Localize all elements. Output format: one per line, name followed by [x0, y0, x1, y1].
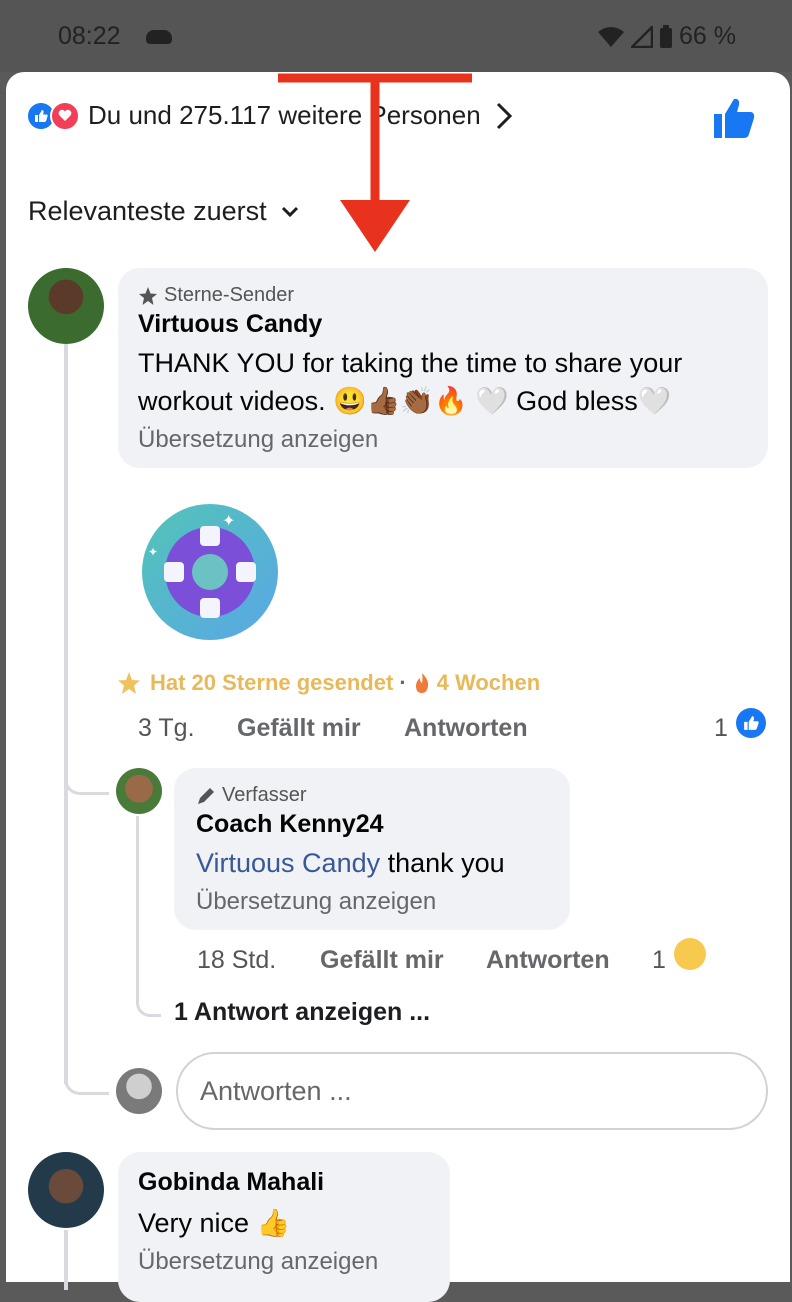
- reply-badge: Verfasser: [196, 784, 306, 807]
- weeks-text: 4 Wochen: [436, 670, 541, 695]
- reply-bubble[interactable]: Verfasser Coach Kenny24 Virtuous Candy t…: [174, 768, 570, 930]
- comment-text: Very nice 👍: [138, 1208, 291, 1238]
- show-replies-link[interactable]: 1 Antwort anzeigen ...: [174, 998, 430, 1027]
- chevron-right-icon: [496, 102, 512, 129]
- thread-line: [64, 344, 68, 1084]
- avatar: [116, 1068, 162, 1114]
- status-time: 08:22: [58, 22, 121, 50]
- battery-percent: 66 %: [679, 22, 736, 50]
- star-icon: [118, 672, 140, 694]
- reply-placeholder: Antworten ...: [200, 1076, 352, 1106]
- avatar[interactable]: [28, 1152, 104, 1228]
- pencil-icon: [198, 787, 214, 804]
- status-bar: 08:22 66 %: [0, 0, 792, 72]
- lifebuoy-sticker-icon: ✦ ✦: [142, 504, 278, 640]
- avatar[interactable]: [116, 768, 162, 814]
- signal-icon: [631, 25, 654, 48]
- annotation-arrow: [278, 73, 472, 252]
- battery-icon: [660, 24, 673, 48]
- like-button[interactable]: Gefällt mir: [320, 946, 444, 975]
- reply-body: thank you: [380, 848, 505, 878]
- cloud-icon: [146, 30, 172, 44]
- comments-sheet: Du und 275.117 weitere Personen Relevant…: [6, 72, 790, 1302]
- comment-bubble[interactable]: Gobinda Mahali Very nice 👍 Übersetzung a…: [118, 1152, 450, 1302]
- thumbs-up-icon[interactable]: [712, 96, 756, 140]
- thread-connector: [64, 1062, 109, 1095]
- reply-author[interactable]: Coach Kenny24: [196, 810, 384, 839]
- care-reaction-icon: [674, 938, 706, 970]
- sort-label: Relevanteste zuerst: [28, 196, 267, 226]
- stars-text: Hat 20 Sterne gesendet: [150, 670, 394, 695]
- reply-button[interactable]: Antworten: [486, 946, 610, 975]
- reply-time: 18 Std.: [197, 946, 277, 974]
- love-icon: [50, 100, 80, 131]
- thread-line: [136, 816, 139, 996]
- avatar[interactable]: [28, 268, 104, 344]
- comment-bubble[interactable]: Sterne-Sender Virtuous Candy THANK YOU f…: [118, 268, 768, 468]
- badge-label: Sterne-Sender: [164, 284, 295, 306]
- reply-input[interactable]: Antworten ...: [176, 1052, 768, 1130]
- thread-line: [64, 1230, 68, 1290]
- comment-author[interactable]: Virtuous Candy: [138, 310, 322, 339]
- reaction-count[interactable]: 1: [714, 714, 728, 743]
- translate-link[interactable]: Übersetzung anzeigen: [196, 888, 436, 916]
- like-button[interactable]: Gefällt mir: [237, 714, 361, 743]
- svg-text:✦: ✦: [148, 545, 158, 559]
- svg-text:✦: ✦: [222, 511, 235, 530]
- like-icon: [736, 708, 766, 738]
- translate-link[interactable]: Übersetzung anzeigen: [138, 1248, 378, 1276]
- wifi-icon: [598, 26, 625, 47]
- translate-link[interactable]: Übersetzung anzeigen: [138, 426, 378, 454]
- comment-time: 3 Tg.: [138, 714, 195, 742]
- thread-connector: [136, 984, 161, 1017]
- separator: ·: [399, 670, 407, 695]
- comment-badge: Sterne-Sender: [138, 284, 294, 307]
- sort-dropdown[interactable]: Relevanteste zuerst: [28, 196, 299, 227]
- reaction-count[interactable]: 1: [652, 946, 666, 975]
- comment-text-line2: workout videos. 😃👍🏾👏🏾🔥 🤍 God bless🤍: [138, 386, 672, 416]
- status-right: 66 %: [597, 22, 736, 51]
- thread-connector: [64, 762, 109, 795]
- stars-info: Hat 20 Sterne gesendet · 4 Wochen: [114, 670, 540, 696]
- badge-label: Verfasser: [222, 784, 307, 806]
- reply-button[interactable]: Antworten: [404, 714, 528, 743]
- reply-text: Virtuous Candy thank you: [196, 844, 505, 882]
- mention-link[interactable]: Virtuous Candy: [196, 848, 380, 878]
- comment-author[interactable]: Gobinda Mahali: [138, 1168, 324, 1197]
- comment-text-line1: THANK YOU for taking the time to share y…: [138, 348, 683, 378]
- star-icon: [139, 286, 157, 305]
- fire-icon: [415, 673, 428, 693]
